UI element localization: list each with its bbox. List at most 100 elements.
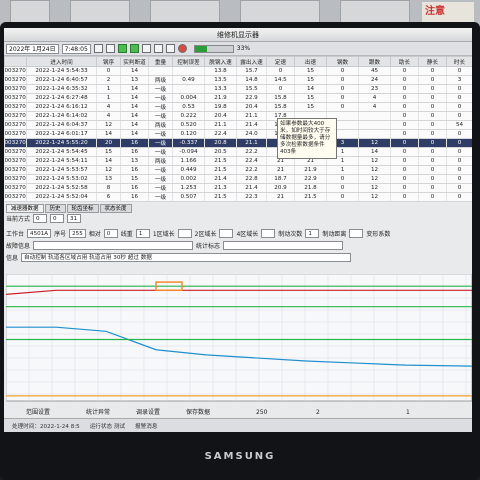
tool-button[interactable] [153, 44, 163, 53]
relative-field[interactable]: 0 [103, 229, 118, 239]
table-row[interactable]: 00327042022-1-24 6:27:48114一级0.00421.922… [4, 93, 472, 103]
zone4-field[interactable] [261, 229, 276, 239]
table-cell: 2022-1-24 6:27:48 [26, 93, 97, 103]
table-cell: 两级 [148, 120, 173, 130]
column-header[interactable]: 时长 [446, 56, 472, 67]
page-field[interactable]: 2 [316, 409, 320, 416]
table-cell: 15 [294, 93, 327, 103]
status-bar: 处理时间：2022-1-24 8:5 运行状态 测试 报警消息 [4, 418, 472, 432]
column-header[interactable]: 静长 [418, 56, 447, 67]
refresh-button[interactable] [129, 44, 139, 53]
progress-fill [194, 45, 208, 52]
stat-field[interactable] [223, 241, 344, 251]
column-header[interactable]: 露出入速 [236, 56, 267, 67]
stat-anomaly-button[interactable]: 统计异常 [86, 408, 110, 416]
table-cell: 0.222 [172, 111, 205, 121]
zoom-field[interactable]: 250 [256, 409, 268, 416]
column-header[interactable]: 钢序 [96, 56, 121, 67]
info-field[interactable]: 自动控制 轨道各区域占用 轨道占用 30秒 超过 数据 [21, 253, 352, 263]
table-row[interactable]: 00327042022-1-24 6:40:57213两级0.4913.514.… [4, 75, 472, 85]
table-row[interactable]: 00327042022-1-24 5:55:202016一级-0.33720.8… [4, 138, 472, 148]
table-cell: 20.4 [236, 102, 267, 112]
zone2-field[interactable] [219, 229, 234, 239]
seq-field[interactable]: 255 [69, 229, 86, 239]
column-header[interactable]: 助长 [390, 56, 419, 67]
table-row[interactable]: 00327042022-1-24 5:54:3301413.815.701504… [4, 66, 472, 76]
record-table: 进入时间 钢序 实判断道 重量 控制误差 脱钢入速 露出入速 定速 出速 钢数 跟数 助长 静长 时长 0… [4, 56, 472, 202]
table-row[interactable]: 00327042022-1-24 6:14:02414一级0.22220.421… [4, 111, 472, 121]
table-cell: 0.002 [172, 174, 205, 184]
tab-item[interactable]: 减速器数据 [6, 203, 44, 213]
column-header[interactable]: 进入时间 [26, 56, 97, 67]
table-row[interactable]: 00327042022-1-24 5:53:571216一级0.44921.52… [4, 165, 472, 175]
column-header[interactable]: 重量 [148, 56, 173, 67]
table-cell: 0 [418, 129, 447, 139]
table-cell: 0.004 [172, 93, 205, 103]
table-row[interactable]: 00327042022-1-24 5:52:58816一级1.25321.321… [4, 183, 472, 193]
table-cell [358, 111, 391, 121]
prev-button[interactable] [93, 44, 103, 53]
table-cell: 0 [390, 147, 419, 157]
column-header[interactable]: 定速 [266, 56, 295, 67]
column-header[interactable]: 控制误差 [172, 56, 205, 67]
column-header[interactable]: 脱钢入速 [204, 56, 237, 67]
tool-button[interactable] [141, 44, 151, 53]
tool-button[interactable] [165, 44, 175, 53]
status-alarm: 报警消息 [135, 423, 158, 430]
table-cell: 15.8 [266, 102, 295, 112]
summary-row: 当前方式 0 0 31 [4, 213, 472, 225]
date-field[interactable]: 2022年 1月24日 [6, 43, 59, 54]
table-cell: 一级 [148, 174, 173, 184]
table-cell: 0 [418, 111, 447, 121]
brake-dist-field[interactable] [349, 229, 364, 239]
table-row[interactable]: 00327042022-1-24 6:04:371214两级0.52021.12… [4, 120, 472, 130]
table-cell: 14 [96, 129, 121, 139]
station-field[interactable]: 4501A [27, 229, 52, 239]
table-row[interactable]: 00327042022-1-24 5:52:04616一级0.50721.522… [4, 192, 472, 202]
column-header[interactable]: 跟数 [358, 56, 391, 67]
table-cell: 13.5 [204, 75, 237, 85]
table-cell: 一级 [148, 183, 173, 193]
next-button[interactable] [105, 44, 115, 53]
table-row[interactable]: 00327042022-1-24 5:54:451516一级-0.09420.5… [4, 147, 472, 157]
table-cell: 0 [418, 192, 447, 202]
table-cell: 两级 [148, 75, 173, 85]
table-cell: 22.9 [236, 93, 267, 103]
table-cell: 22.8 [236, 174, 267, 184]
table-cell: 2022-1-24 5:54:11 [26, 156, 97, 166]
record-settings-button[interactable]: 调录设置 [136, 408, 160, 416]
table-cell: 0 [418, 102, 447, 112]
tab-item[interactable]: 状态长度 [99, 203, 132, 213]
stop-button[interactable] [177, 44, 187, 53]
status-user: 处理时间：2022-1-24 8:5 [12, 423, 80, 430]
table-cell: 23 [358, 84, 391, 94]
table-cell: 14.8 [236, 75, 267, 85]
weight-field[interactable]: 1 [135, 229, 150, 239]
table-cell: 0032704 [4, 66, 27, 76]
tab-item[interactable]: 历史 [44, 203, 66, 213]
table-row[interactable]: 00327042022-1-24 5:53:021315一级0.00221.42… [4, 174, 472, 184]
column-header[interactable]: 实判断道 [120, 56, 149, 67]
tab-item[interactable]: 轮齿坐标 [66, 203, 99, 213]
range-settings-button[interactable]: 范围设置 [26, 408, 50, 416]
zone1-field[interactable] [177, 229, 192, 239]
save-data-button[interactable]: 保存数据 [186, 408, 210, 416]
note-field[interactable] [33, 241, 194, 251]
table-cell: 12 [358, 192, 391, 202]
table-row[interactable]: 00327042022-1-24 6:01:171414一级0.12022.42… [4, 129, 472, 139]
column-header[interactable]: 钢数 [326, 56, 359, 67]
time-field[interactable]: 7:48:05 [61, 43, 91, 54]
table-row[interactable]: 00327042022-1-24 6:16:12414一级0.5319.820.… [4, 102, 472, 112]
table-row[interactable]: 00327042022-1-24 5:54:111413两级1.16621.52… [4, 156, 472, 166]
table-cell: 0 [96, 66, 121, 76]
run-button[interactable] [117, 44, 127, 53]
field-label: 工作台 [6, 231, 25, 239]
column-header[interactable]: 出速 [294, 56, 327, 67]
table-cell: 一级 [148, 93, 173, 103]
table-row[interactable]: 00327042022-1-24 6:35:32114一级13.315.5014… [4, 84, 472, 94]
table-cell: 20.9 [266, 183, 295, 193]
brake-count-field[interactable]: 1 [305, 229, 320, 239]
column-header[interactable] [4, 56, 27, 67]
step-field[interactable]: 1 [406, 409, 410, 416]
table-cell: 14 [120, 84, 149, 94]
